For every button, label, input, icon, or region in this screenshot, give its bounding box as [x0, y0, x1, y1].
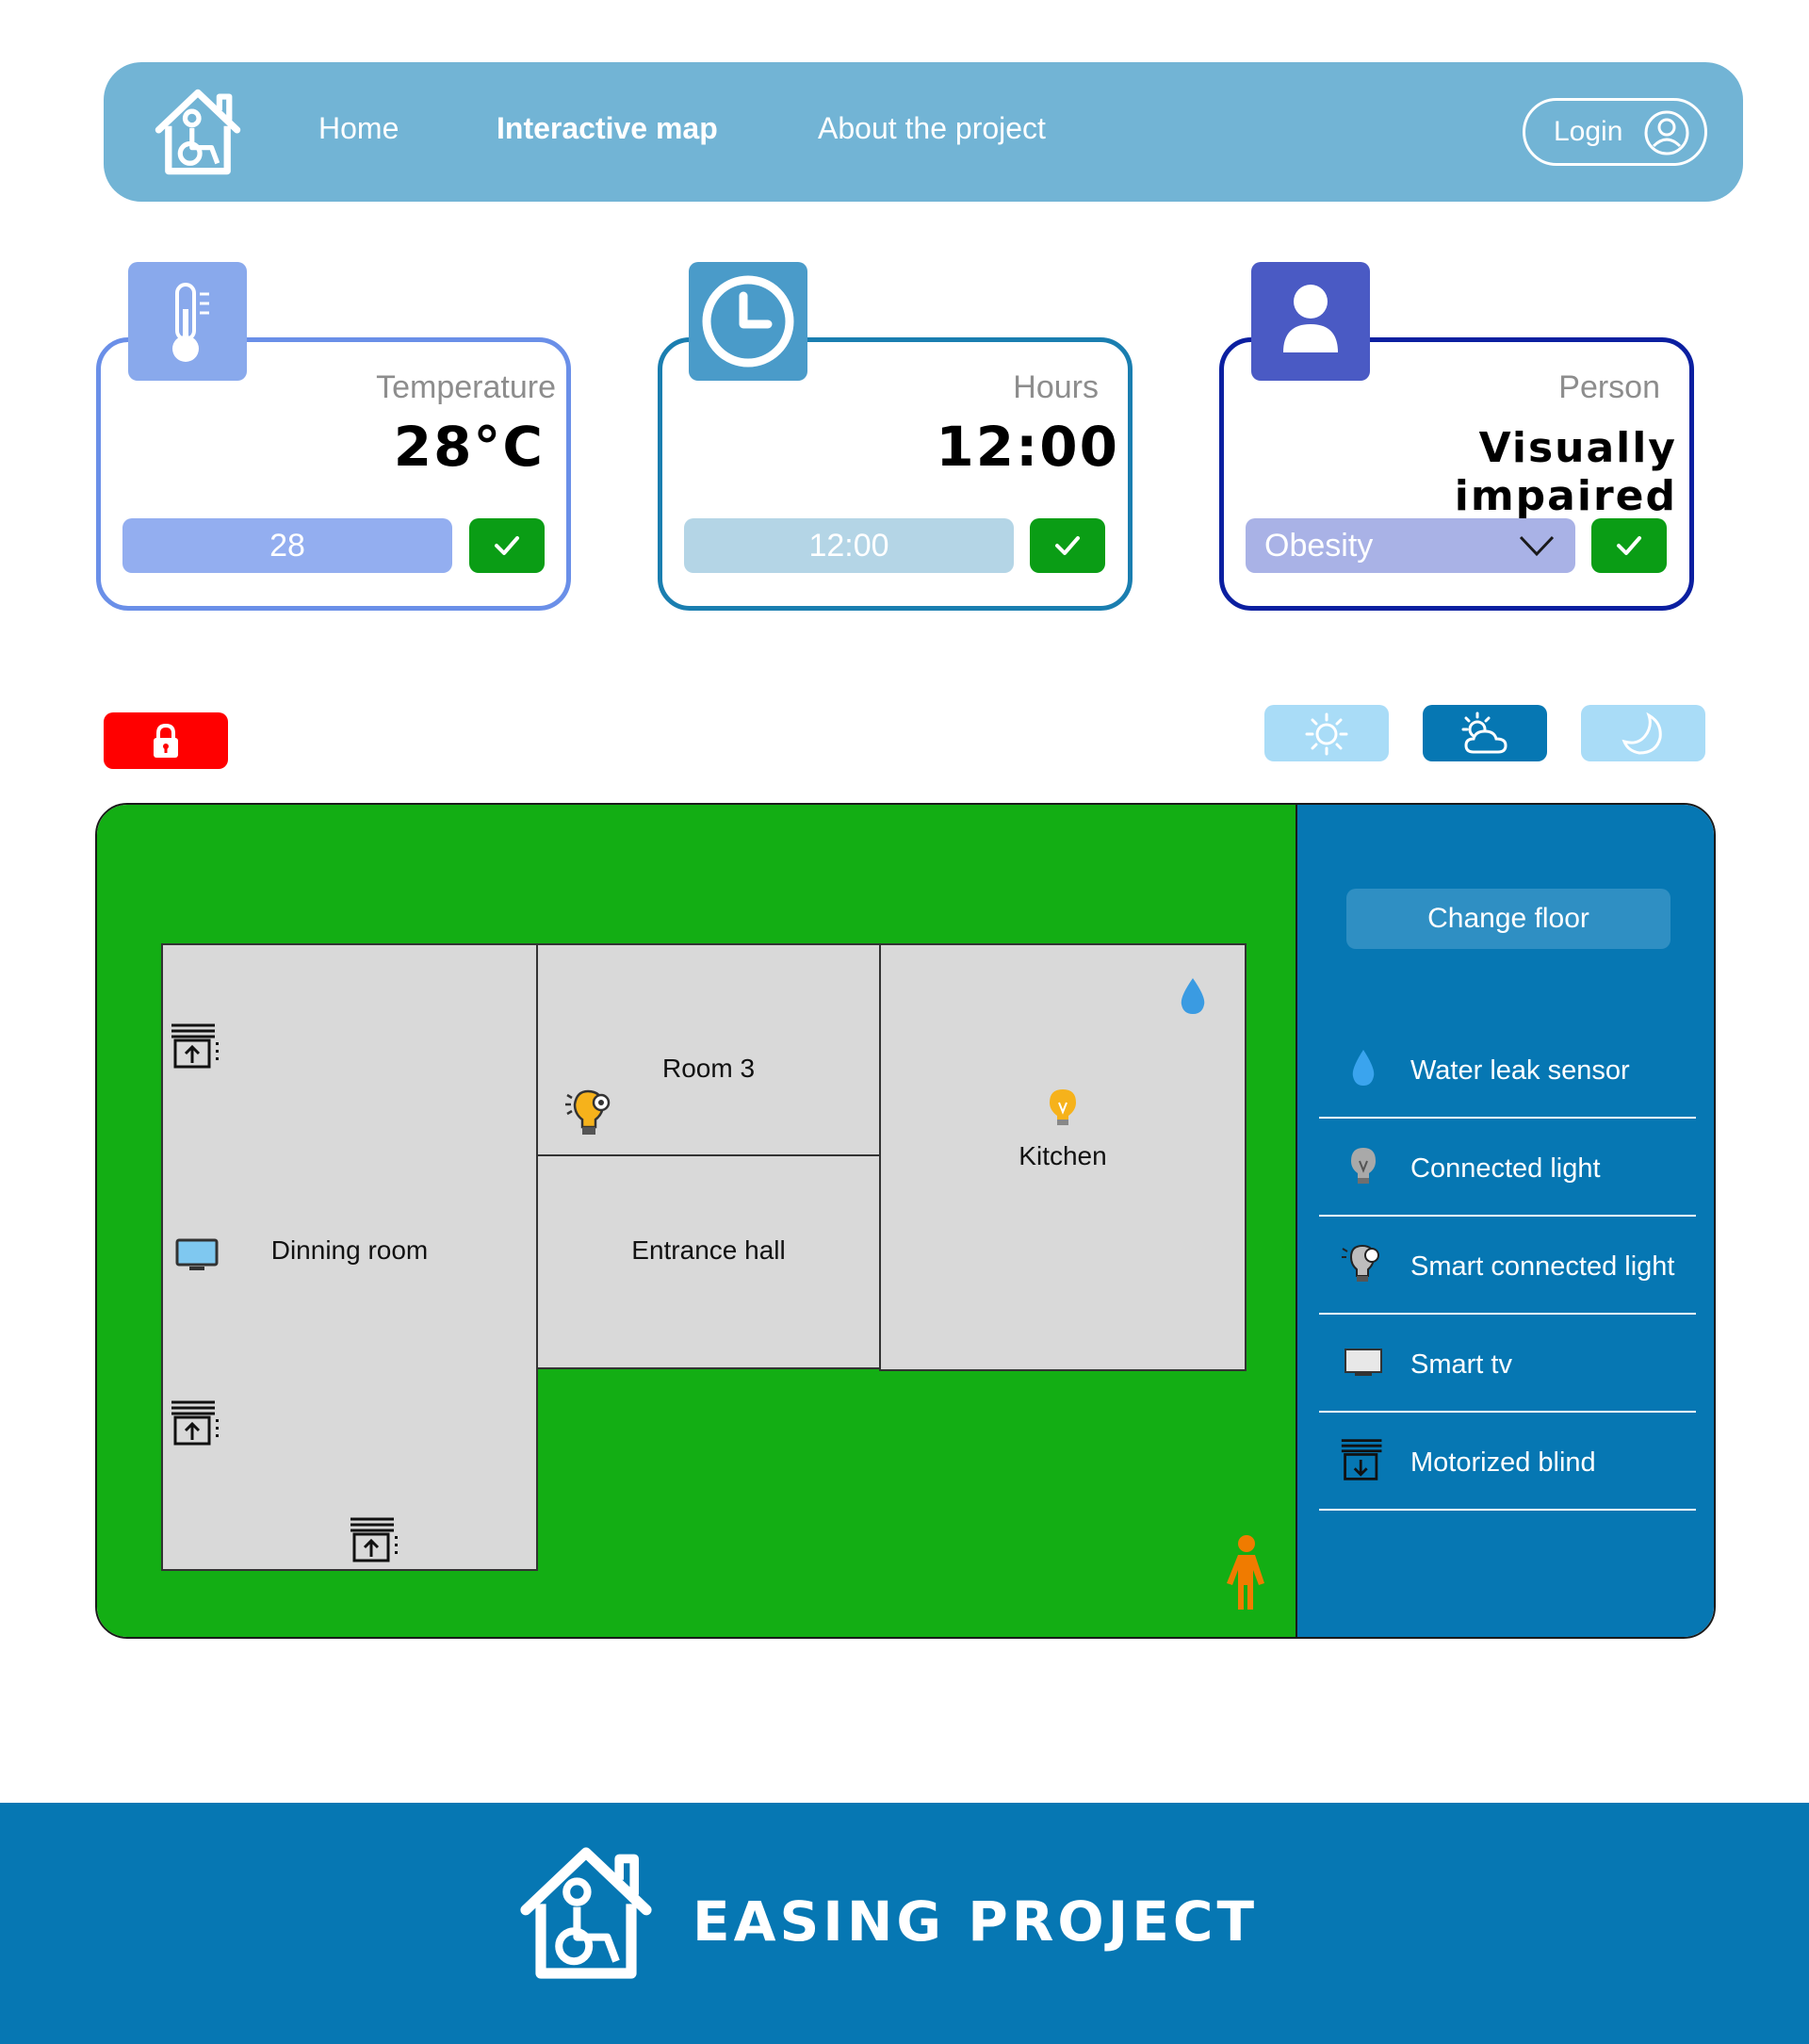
person-value: Visually impaired: [1454, 424, 1677, 520]
blind-icon[interactable]: [170, 1022, 220, 1071]
room-room3-label: Room 3: [661, 1054, 756, 1083]
light-bulb-icon: [1351, 1148, 1376, 1184]
person-select[interactable]: Obesity: [1246, 518, 1575, 573]
person-label: Person: [1558, 369, 1660, 405]
legend-item-motorized-blind[interactable]: Motorized blind: [1319, 1414, 1696, 1511]
legend-item-water-leak[interactable]: Water leak sensor: [1319, 1022, 1696, 1119]
light-bulb-icon[interactable]: [1044, 1086, 1082, 1127]
login-button[interactable]: Login: [1523, 98, 1707, 166]
lock-icon: [154, 723, 178, 758]
nav-interactive-map[interactable]: Interactive map: [497, 109, 718, 147]
temperature-input[interactable]: 28: [122, 518, 452, 573]
temperature-confirm-button[interactable]: [469, 518, 545, 573]
hours-tab: [689, 262, 807, 381]
lock-button[interactable]: [104, 712, 228, 769]
person-tab: [1251, 262, 1370, 381]
login-label: Login: [1554, 116, 1623, 147]
legend-item-smart-light[interactable]: Smart connected light: [1319, 1218, 1696, 1315]
chevron-down-icon: [1519, 535, 1555, 557]
water-drop-icon[interactable]: [1178, 976, 1208, 1016]
blind-icon[interactable]: [170, 1398, 220, 1447]
smart-bulb-icon[interactable]: [563, 1086, 620, 1138]
legend-item-connected-light[interactable]: Connected light: [1319, 1120, 1696, 1217]
blind-icon: [1341, 1439, 1382, 1480]
legend-label: Smart tv: [1410, 1349, 1512, 1380]
nav-about[interactable]: About the project: [818, 109, 1046, 147]
legend-label: Water leak sensor: [1410, 1055, 1630, 1086]
home-accessibility-logo-icon: [520, 1847, 652, 1979]
cloud-sun-icon: [1461, 711, 1508, 754]
cloudy-mode-button[interactable]: [1423, 705, 1547, 761]
blind-icon[interactable]: [349, 1515, 399, 1564]
day-mode-button[interactable]: [1264, 705, 1389, 761]
sun-icon: [1305, 712, 1348, 756]
hours-input[interactable]: 12:00: [684, 518, 1014, 573]
room-kitchen-label: Kitchen: [1019, 1141, 1107, 1170]
legend-label: Motorized blind: [1410, 1447, 1596, 1478]
nav-home[interactable]: Home: [318, 109, 399, 147]
change-floor-button[interactable]: Change floor: [1346, 889, 1670, 949]
hours-label: Hours: [1013, 369, 1099, 405]
tv-icon[interactable]: [175, 1238, 219, 1272]
person-icon: [1283, 285, 1338, 352]
legend-label: Smart connected light: [1410, 1251, 1675, 1282]
person-confirm-button[interactable]: [1591, 518, 1667, 573]
clock-icon: [702, 275, 794, 368]
hours-confirm-button[interactable]: [1030, 518, 1105, 573]
check-icon: [1617, 536, 1641, 555]
footer-title: EASING PROJECT: [693, 1889, 1259, 1954]
smart-bulb-icon: [1342, 1244, 1379, 1282]
check-icon: [1055, 536, 1080, 555]
moon-icon: [1622, 711, 1662, 755]
legend-item-smart-tv[interactable]: Smart tv: [1319, 1316, 1696, 1413]
night-mode-button[interactable]: [1581, 705, 1705, 761]
thermometer-icon: [172, 283, 209, 362]
tv-icon: [1345, 1349, 1382, 1376]
person-marker-icon[interactable]: [1221, 1534, 1270, 1611]
home-accessibility-logo-icon[interactable]: [149, 83, 247, 181]
temperature-tab: [128, 262, 247, 381]
hours-value: 12:00: [936, 415, 1119, 479]
person-select-value: Obesity: [1264, 528, 1374, 564]
room-entrance-label: Entrance hall: [631, 1235, 786, 1265]
temperature-value: 28°C: [393, 415, 545, 479]
water-drop-icon: [1352, 1050, 1375, 1086]
user-circle-icon: [1644, 110, 1689, 155]
temperature-label: Temperature: [376, 369, 556, 405]
legend-label: Connected light: [1410, 1153, 1601, 1184]
check-icon: [495, 536, 519, 555]
